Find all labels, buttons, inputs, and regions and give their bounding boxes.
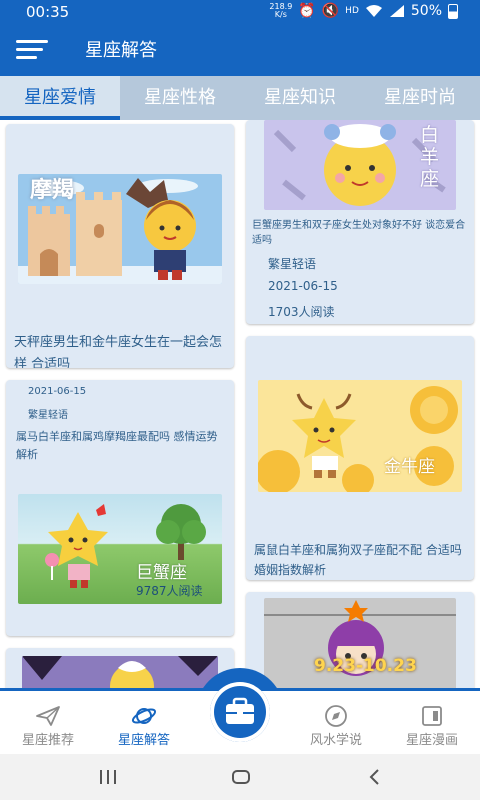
article-card-virgo[interactable]: 9.23-10.23 xyxy=(246,592,474,688)
compass-icon xyxy=(325,705,347,727)
nav-comics[interactable]: 星座漫画 xyxy=(384,691,480,757)
wifi-icon xyxy=(365,5,382,17)
nav-fengshui-label: 风水学说 xyxy=(309,733,362,748)
article-title: 天秤座男生和金牛座女生在一起会怎样 合适吗 xyxy=(14,335,223,368)
capricorn-illustration: 摩羯 xyxy=(18,174,222,284)
briefcase-icon xyxy=(226,697,254,724)
battery-icon xyxy=(448,3,458,19)
network-speed: 218.9 K/s xyxy=(269,3,292,19)
article-date: 2021-06-15 xyxy=(268,279,338,293)
back-icon[interactable] xyxy=(366,766,384,788)
tab-fashion[interactable]: 星座时尚 xyxy=(360,76,480,120)
taurus-illustration: 金牛座 xyxy=(258,380,462,492)
halloween-illustration xyxy=(22,656,218,688)
tab-knowledge[interactable]: 星座知识 xyxy=(240,76,360,120)
tab-love[interactable]: 星座爱情 xyxy=(0,76,120,120)
article-card-capricorn[interactable]: 摩羯 天秤座男生和金牛座女生在一起会怎样 合适吗 xyxy=(6,124,234,368)
status-time: 00:35 xyxy=(26,3,70,21)
capricorn-image-text: 摩羯 xyxy=(30,178,75,203)
status-bar: 00:35 218.9 K/s ⏰ 🔇 HD 50% xyxy=(0,0,480,24)
article-reads: 1703人阅读 xyxy=(268,305,335,319)
nav-comics-label: 星座漫画 xyxy=(405,733,458,748)
article-author: 繁星轻语 xyxy=(268,257,317,271)
menu-icon[interactable] xyxy=(16,40,48,60)
page-title: 星座解答 xyxy=(85,40,157,61)
cancer-image-text: 巨蟹座 xyxy=(136,563,187,583)
nav-answers-label: 星座解答 xyxy=(117,733,170,748)
article-title: 属鼠白羊座和属狗双子座配不配 合适吗 婚姻指数解析 xyxy=(254,543,462,577)
nav-recommend[interactable]: 星座推荐 xyxy=(0,691,96,757)
cancer-illustration: 巨蟹座 9787人阅读 xyxy=(18,494,222,604)
article-date: 2021-06-15 xyxy=(28,386,87,397)
system-navigation-bar xyxy=(0,754,480,800)
recent-apps-icon[interactable] xyxy=(98,766,118,788)
app-bar: 星座解答 xyxy=(0,24,480,76)
nav-fengshui[interactable]: 风水学说 xyxy=(288,691,384,757)
battery-percent: 50% xyxy=(410,3,442,19)
nav-answers[interactable]: 星座解答 xyxy=(96,691,192,757)
mute-icon: 🔇 xyxy=(321,3,340,19)
paper-plane-icon xyxy=(36,706,60,726)
alarm-icon: ⏰ xyxy=(298,3,316,19)
comic-icon xyxy=(422,706,442,726)
night-scene-icon xyxy=(22,656,218,688)
taurus-image-text: 金牛座 xyxy=(384,457,435,477)
article-title: 属马白羊座和属鸡摩羯座最配吗 感情运势解析 xyxy=(16,430,218,461)
network-speed-unit: K/s xyxy=(274,10,287,19)
virgo-image-text: 9.23-10.23 xyxy=(314,656,417,676)
category-tabs: 星座爱情 星座性格 星座知识 星座时尚 xyxy=(0,76,480,120)
aries-image-text: 白羊座 xyxy=(420,124,440,190)
nav-recommend-label: 星座推荐 xyxy=(21,733,74,748)
aries-illustration: 白羊座 xyxy=(264,120,456,210)
article-card-cancer[interactable]: 2021-06-15 繁星轻语 属马白羊座和属鸡摩羯座最配吗 感情运势解析 巨蟹… xyxy=(6,380,234,636)
article-card-taurus[interactable]: 金牛座 属鼠白羊座和属狗双子座配不配 合适吗 婚姻指数解析 xyxy=(246,336,474,580)
article-card-aries[interactable]: 白羊座 巨蟹座男生和双子座女生处对象好不好 谈恋爱合适吗 繁星轻语 2021-0… xyxy=(246,120,474,324)
planet-icon xyxy=(131,708,157,724)
hd-label: HD xyxy=(345,6,359,16)
signal-icon xyxy=(389,5,404,17)
briefcase-button[interactable] xyxy=(210,682,270,742)
article-title: 巨蟹座男生和双子座女生处对象好不好 谈恋爱合适吗 xyxy=(252,220,466,246)
article-author: 繁星轻语 xyxy=(28,410,68,421)
tab-personality[interactable]: 星座性格 xyxy=(120,76,240,120)
article-reads: 9787人阅读 xyxy=(136,584,203,598)
article-feed[interactable]: 摩羯 天秤座男生和金牛座女生在一起会怎样 合适吗 白羊座 巨蟹座男生和双子座女生… xyxy=(0,120,480,688)
article-card-halloween[interactable] xyxy=(6,648,234,688)
virgo-illustration: 9.23-10.23 xyxy=(264,598,456,688)
status-icons: 218.9 K/s ⏰ 🔇 HD 50% xyxy=(269,3,458,19)
home-icon[interactable] xyxy=(230,766,252,788)
